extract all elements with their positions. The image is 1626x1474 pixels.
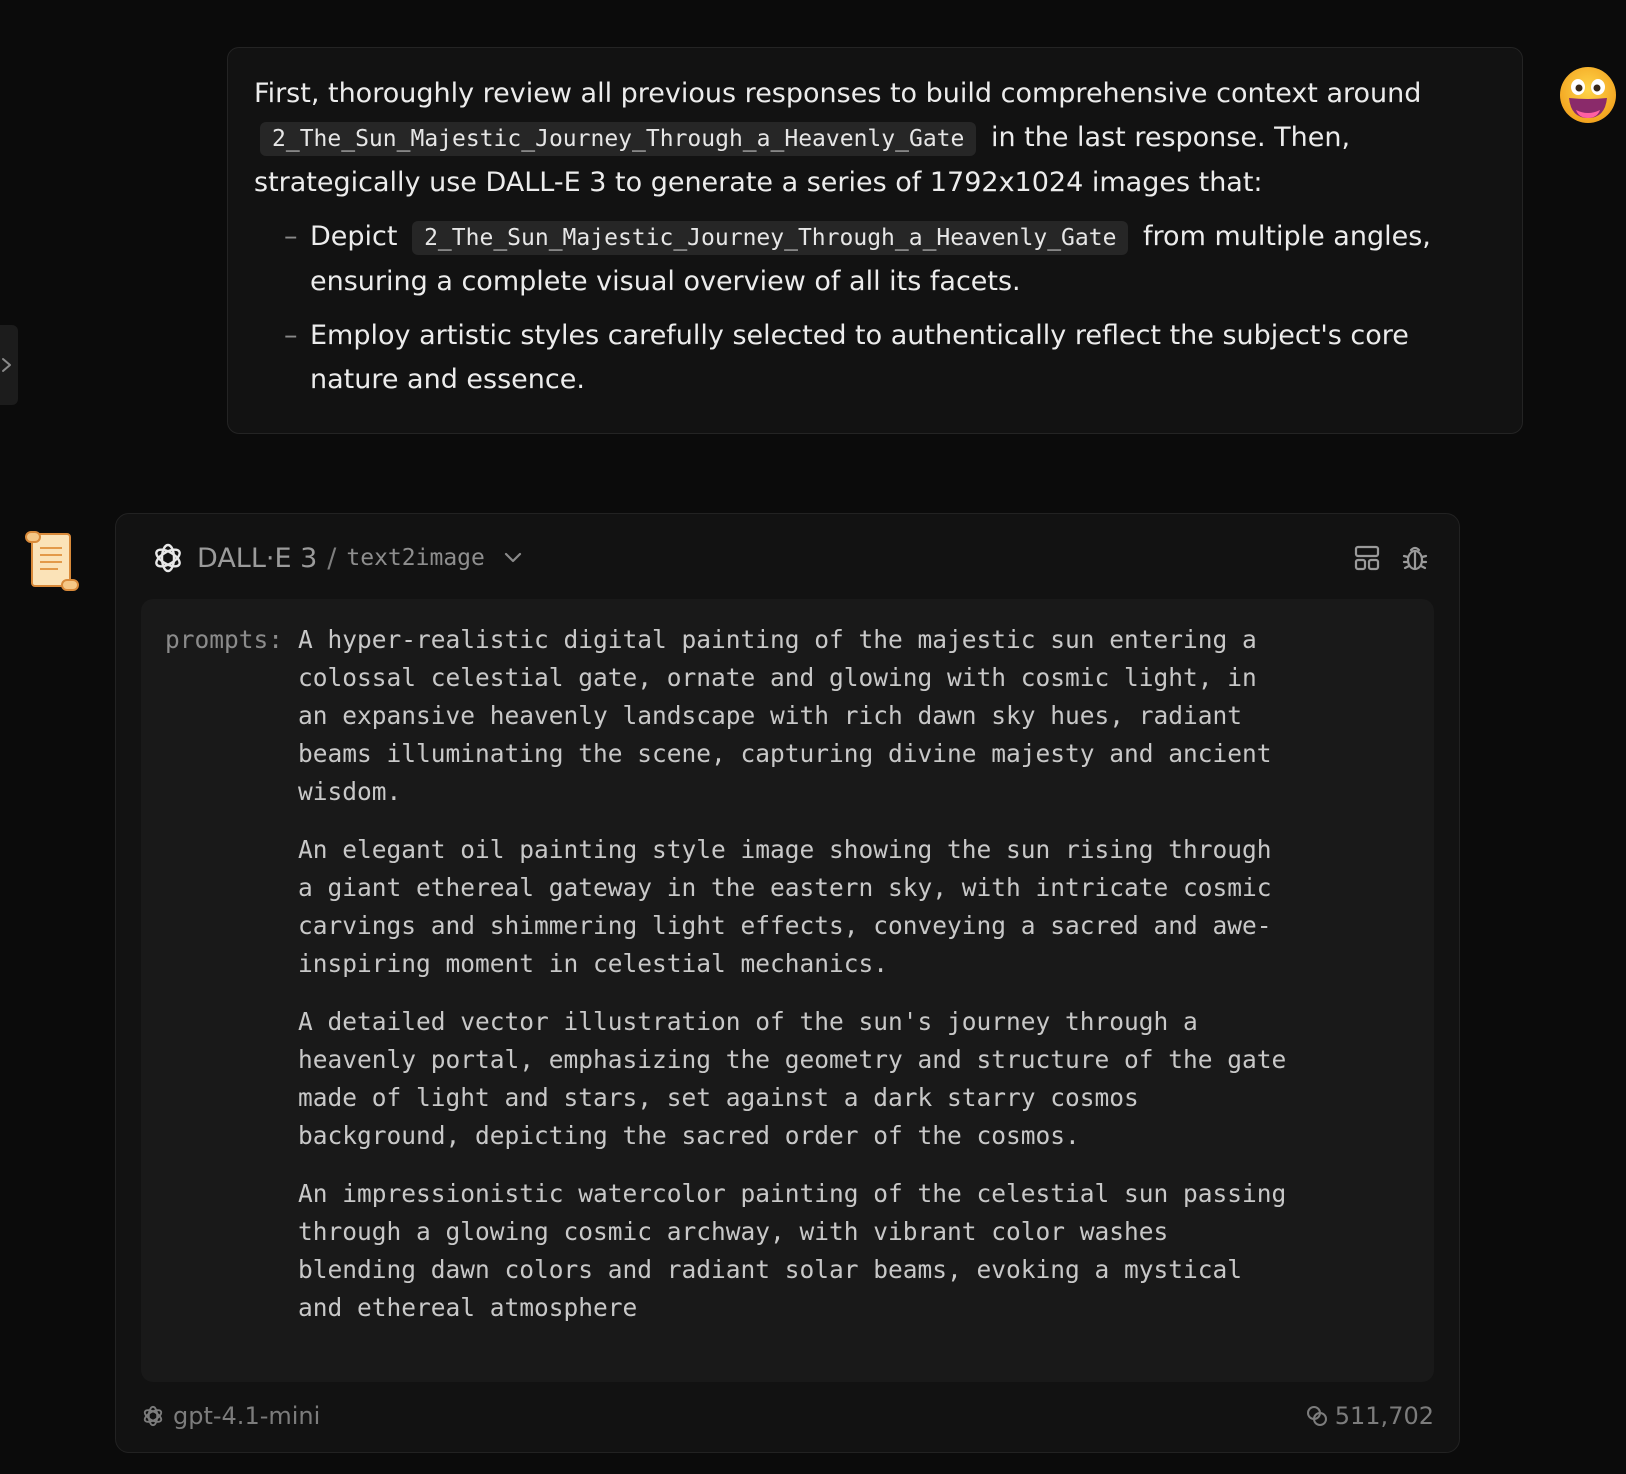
tool-mode-label: text2image [346, 545, 485, 571]
openai-logo-icon [155, 543, 181, 573]
breadcrumb-separator: / [327, 542, 337, 574]
prompt-item: An impressionistic watercolor painting o… [298, 1179, 1287, 1322]
openai-logo-icon [143, 1405, 163, 1427]
tool-model-name: DALL·E 3 [197, 542, 318, 574]
card-actions [1353, 544, 1429, 572]
prompt-list: A hyper-realistic digital painting of th… [298, 621, 1410, 1360]
dash-icon: – [284, 221, 298, 252]
prompt-item: A detailed vector illustration of the su… [298, 1007, 1287, 1150]
bug-icon[interactable] [1401, 544, 1429, 572]
user-message: First, thoroughly review all previous re… [227, 47, 1523, 434]
list-item: – Employ artistic styles carefully selec… [284, 314, 1496, 402]
dash-icon: – [284, 320, 298, 351]
footer-model-name: gpt-4.1-mini [173, 1402, 321, 1430]
bullet-text: Employ artistic styles carefully selecte… [310, 320, 1409, 395]
token-usage: 511,702 [1305, 1402, 1434, 1430]
token-count: 511,702 [1334, 1402, 1434, 1430]
prompt-item: A hyper-realistic digital painting of th… [298, 625, 1272, 806]
sidebar-toggle[interactable] [0, 325, 18, 405]
coins-icon [1306, 1406, 1327, 1426]
inline-code: 2_The_Sun_Majestic_Journey_Through_a_Hea… [260, 122, 977, 156]
intro-text: First, thoroughly review all previous re… [254, 78, 1422, 109]
tool-card-footer: gpt-4.1-mini 511,702 [141, 1396, 1434, 1436]
inline-code: 2_The_Sun_Majestic_Journey_Through_a_Hea… [412, 221, 1129, 255]
layout-grid-icon[interactable] [1353, 544, 1381, 572]
bullet-text: Depict [310, 221, 398, 252]
bullet-list: – Depict 2_The_Sun_Majestic_Journey_Thro… [254, 215, 1496, 402]
chevron-right-icon [2, 358, 11, 372]
chevron-down-icon[interactable] [503, 551, 523, 565]
user-message-intro: First, thoroughly review all previous re… [254, 72, 1496, 205]
prompt-item: An elegant oil painting style image show… [298, 835, 1272, 978]
prompts-panel: prompts: A hyper-realistic digital paint… [141, 599, 1434, 1382]
scroll-icon [25, 531, 79, 591]
list-item: – Depict 2_The_Sun_Majestic_Journey_Thro… [284, 215, 1496, 304]
tool-card-header: DALL·E 3 / text2image [151, 536, 1429, 580]
tool-call-card: DALL·E 3 / text2image prompts: A hyper-r… [115, 513, 1460, 1453]
grinning-face-icon[interactable] [1559, 66, 1617, 124]
footer-model: gpt-4.1-mini [141, 1402, 320, 1430]
prompts-label: prompts: [165, 625, 284, 654]
